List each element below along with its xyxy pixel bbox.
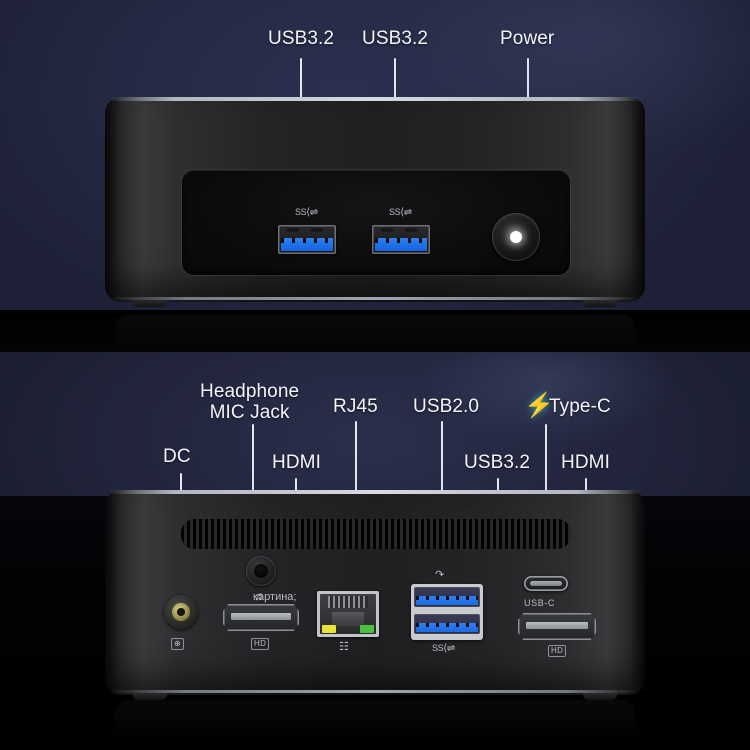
- front-usb-a-port-1[interactable]: [278, 225, 336, 254]
- dc-jack-pin: [177, 608, 185, 616]
- front-usb-a-port-2[interactable]: [372, 225, 430, 254]
- rj45-pins: [327, 596, 369, 609]
- power-button[interactable]: [492, 213, 540, 261]
- usb-tongue: [281, 238, 333, 251]
- usb3-ss-logo-1: SS⟨⇌: [295, 207, 318, 218]
- usb3-ss-text-rear: SS: [432, 643, 444, 653]
- chassis-top-rim-front: [109, 97, 641, 101]
- usb-tongue: [375, 238, 427, 251]
- dc-power-jack[interactable]: [164, 595, 198, 629]
- rj45-led-green: [359, 625, 375, 634]
- usb-notch: [287, 228, 299, 232]
- callout-label-front-power: Power: [500, 28, 555, 49]
- power-led-icon: [510, 231, 522, 243]
- callout-label-typec: Type-C: [549, 396, 611, 417]
- rj45-inner: [320, 594, 376, 634]
- callout-label-headphone: Headphone MIC Jack: [200, 381, 299, 423]
- callout-label-hdmi-right: HDMI: [561, 452, 610, 473]
- device-reflection-upper: [115, 314, 635, 359]
- callout-label-rj45: RJ45: [333, 396, 378, 417]
- audio-jack-hole: [254, 564, 268, 578]
- chassis-bottom-rim-rear: [111, 690, 639, 693]
- callout-label-dc: DC: [163, 446, 191, 467]
- dc-polarity-icon: ⊕: [171, 638, 185, 650]
- callout-label-usb32-rear: USB3.2: [464, 452, 531, 473]
- usb2-port-upper[interactable]: [414, 587, 480, 607]
- usb-c-label: USB-C: [524, 598, 556, 608]
- chassis-bottom-rim-front: [111, 297, 639, 300]
- chassis-foot-right-rear: [583, 693, 617, 700]
- headphone-icon-glyph: ♬: [254, 589, 266, 603]
- hdmi-port-right[interactable]: [518, 613, 596, 640]
- hdmi-right-label: HD: [548, 645, 567, 657]
- usb-tongue: [416, 623, 478, 632]
- chassis-top-rim-rear: [109, 490, 641, 494]
- usb3-ss-logo-2: SS⟨⇌: [389, 207, 412, 218]
- usb3-ss-logo-rear: SS⟨⇌: [432, 643, 455, 654]
- hdmi-port-left[interactable]: [223, 604, 299, 631]
- usb3-port-lower[interactable]: [414, 614, 480, 634]
- chassis-foot-right-front: [583, 300, 617, 307]
- usb-stack-divider: [414, 607, 480, 614]
- callout-label-usb20: USB2.0: [413, 396, 480, 417]
- callout-label-front-usb2: USB3.2: [362, 28, 429, 49]
- device-reflection-lower: [115, 700, 635, 740]
- callout-label-front-usb1: USB3.2: [268, 28, 335, 49]
- callout-label-headphone-line1: Headphone: [200, 381, 300, 402]
- chassis-foot-left-rear: [133, 693, 167, 700]
- rj45-led-yellow: [321, 625, 337, 634]
- network-icon: ☷: [339, 641, 349, 653]
- ventilation-grille: [181, 519, 571, 549]
- hdmi-tongue: [230, 613, 292, 621]
- hdmi-tongue: [525, 622, 589, 630]
- usb-c-port[interactable]: [524, 576, 568, 591]
- usb3-ss-text-2: SS: [389, 207, 401, 217]
- product-diagram: USB3.2 USB3.2 Power SS⟨⇌ SS⟨⇌ Headphone …: [0, 0, 750, 750]
- device-front-chassis: SS⟨⇌ SS⟨⇌: [105, 97, 645, 307]
- background-middle-panel: [0, 352, 750, 498]
- usb-stacked-ports[interactable]: [411, 584, 483, 640]
- usb-notch: [311, 228, 323, 232]
- headphone-mic-jack[interactable]: [246, 556, 276, 586]
- chassis-foot-left-front: [133, 300, 167, 307]
- callout-label-headphone-line2: MIC Jack: [209, 402, 290, 423]
- hdmi-left-label: HD: [251, 638, 270, 650]
- front-io-bezel: SS⟨⇌ SS⟨⇌: [182, 170, 570, 275]
- rj45-ethernet-port[interactable]: [317, 591, 379, 637]
- usb-c-tongue: [530, 580, 562, 587]
- usb-trident-icon: ↷: [435, 569, 445, 581]
- callout-label-hdmi-left: HDMI: [272, 452, 321, 473]
- device-rear-chassis: ⊕ картина; ♬ HD ☷ ↷ SS⟨⇌ USB-C HD: [105, 490, 645, 700]
- usb3-ss-text-1: SS: [295, 207, 307, 217]
- usb-notch: [405, 228, 417, 232]
- usb-notch: [381, 228, 393, 232]
- rj45-tab: [332, 611, 364, 626]
- usb-tongue: [416, 596, 478, 605]
